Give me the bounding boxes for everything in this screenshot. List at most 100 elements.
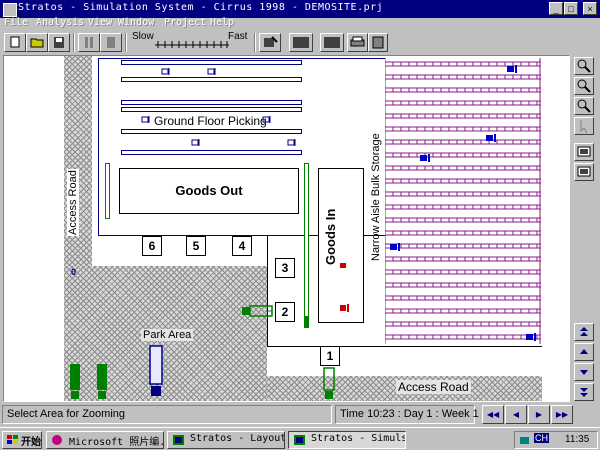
forklift-red-icon [340,304,349,312]
forklift-icon [287,139,296,146]
display-button[interactable] [289,33,313,52]
taskbar-item-stratos-layout[interactable]: Stratos - Layout... [167,431,285,449]
open-file-button[interactable] [26,33,48,52]
stratos-app-icon [294,435,305,445]
app-icon[interactable] [3,3,17,17]
scroll-down-fast-button[interactable] [574,383,594,401]
zoom-out-button[interactable] [574,77,594,95]
speed-slider[interactable] [155,39,229,49]
menu-analysis[interactable]: Analysis [36,17,84,28]
corner-marker: 0 [71,267,77,277]
dock-door-3[interactable]: 3 [275,258,295,278]
step-forward-button[interactable]: ▶ [528,405,550,424]
bulk-storage-racks [385,58,541,344]
dock-door-6[interactable]: 6 [142,236,162,256]
picking-rack [121,150,302,155]
forklift-icon [141,116,150,123]
monitor-icon [577,146,591,157]
report-button[interactable] [574,143,594,161]
select-tool-button[interactable] [574,117,594,135]
stop-button[interactable] [100,33,122,52]
taskbar-item-label: Microsoft 照片编... [69,437,163,448]
building-wall [267,346,542,347]
close-button[interactable]: × [583,2,597,15]
step-back-button[interactable]: ◀ [505,405,527,424]
status-bar: Select Area for Zooming Time 10:23 : Day… [0,403,600,426]
parked-truck-blue-icon [149,345,163,396]
speed-fast-label: Fast [228,31,248,42]
menu-window[interactable]: Window [118,17,154,28]
truck-horizontal-icon [242,305,273,317]
goods-in-area[interactable]: Goods In [318,168,364,323]
simulation-time: Time 10:23 : Day 1 : Week 1 [335,405,479,424]
screen-icon [293,37,309,48]
statistics-button[interactable] [574,163,594,181]
status-message: Select Area for Zooming [2,405,332,424]
picking-rack [121,129,302,134]
toolbar: Slow Fast [0,31,600,53]
minimize-button[interactable]: _ [549,2,563,15]
access-road-label-vertical: Access Road [67,169,79,236]
zoom-area-button[interactable] [574,97,594,115]
forklift-icon [161,68,170,75]
network-icon[interactable] [518,434,532,446]
save-button[interactable] [48,33,70,52]
up-arrow-icon [580,349,588,354]
conveyor-fill [304,316,309,328]
access-road-label-bottom: Access Road [396,380,471,394]
forklift-red-icon [340,263,346,268]
scroll-up-button[interactable] [574,343,594,361]
down-arrow-icon [580,370,588,375]
goods-out-label: Goods Out [175,183,243,198]
parked-truck-green-icon [97,364,107,399]
zoom-area-icon [577,99,591,113]
dock-door-4[interactable]: 4 [232,236,252,256]
dock-door-1[interactable]: 1 [320,346,340,366]
layout-canvas[interactable]: Access Road Access Road 0 Ground Floor P… [3,55,570,402]
picking-rack [121,60,302,65]
menu-view[interactable]: View [88,17,112,28]
parked-truck-green-icon [70,364,80,399]
monitor-icon [577,166,591,177]
speed-slow-label: Slow [132,31,154,42]
start-button[interactable]: 开始 [2,431,42,449]
goods-out-area[interactable]: Goods Out [119,168,299,214]
pause-button[interactable] [78,33,100,52]
building-wall [267,236,268,346]
rewind-button[interactable]: ◀◀ [482,405,504,424]
print-button[interactable] [347,33,368,52]
double-down-arrow-icon [580,388,588,397]
fast-forward-button[interactable]: ▶▶ [551,405,573,424]
new-file-button[interactable] [4,33,26,52]
stratos-app-icon [173,435,184,445]
conveyor-strip [105,163,110,219]
forklift-icon [507,65,517,73]
menu-help[interactable]: Help [210,17,234,28]
zoom-in-icon [577,59,591,73]
zoom-in-button[interactable] [574,57,594,75]
layout-edit-button[interactable] [259,33,281,52]
taskbar-item-photo-editor[interactable]: Microsoft 照片编... [46,431,164,449]
dock-door-5[interactable]: 5 [186,236,206,256]
forklift-icon [526,333,536,341]
pause-icon [85,37,93,48]
clock[interactable]: 11:35 [565,434,589,445]
window-title: Stratos - Simulation System - Cirrus 199… [18,2,384,13]
scroll-up-fast-button[interactable] [574,323,594,341]
taskbar-item-stratos-simulation[interactable]: Stratos - Simuls... [288,431,406,449]
menu-file[interactable]: File [4,17,28,28]
forklift-icon [191,139,200,146]
dock-door-2[interactable]: 2 [275,302,295,322]
goods-in-label: Goods In [323,208,338,265]
toolbar-separator [73,33,75,52]
view-button[interactable] [320,33,344,52]
double-up-arrow-icon [580,327,588,336]
picking-rack [121,107,302,112]
scroll-down-button[interactable] [574,363,594,381]
open-folder-icon [30,38,44,48]
menu-project[interactable]: Project [164,17,206,28]
language-indicator[interactable]: CH [534,433,549,443]
new-file-icon [10,36,20,48]
clipboard-button[interactable] [368,33,388,52]
maximize-button[interactable]: □ [564,2,578,15]
